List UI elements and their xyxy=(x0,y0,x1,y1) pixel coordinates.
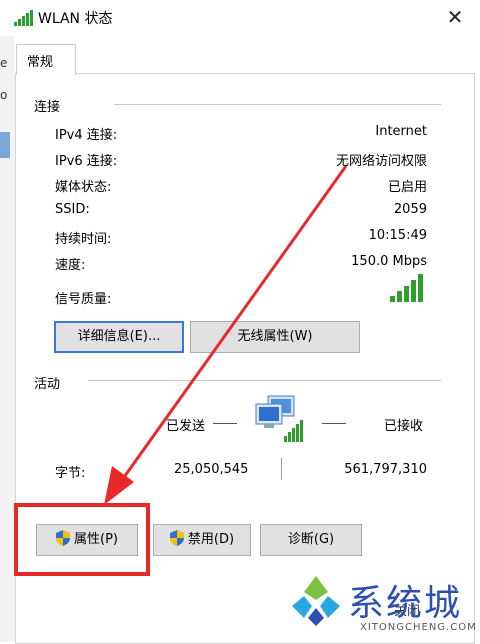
window-title: WLAN 状态 xyxy=(38,11,113,27)
watermark-text: 系统城 xyxy=(348,583,463,624)
ipv6-value: 无网络访问权限 xyxy=(335,154,427,169)
background-text-fragment: e xyxy=(0,56,8,70)
activity-heading: 活动 xyxy=(34,377,61,392)
background-monitor-icon xyxy=(0,132,10,158)
uac-shield-icon xyxy=(169,530,184,546)
ssid-label: SSID: xyxy=(55,202,90,217)
disable-button[interactable]: 禁用(D) xyxy=(153,524,251,556)
speed-value: 150.0 Mbps xyxy=(351,254,427,269)
signal-strength-icon xyxy=(390,274,423,302)
background-window-strip xyxy=(0,36,15,642)
signal-quality-label: 信号质量: xyxy=(55,292,112,307)
received-label: 已接收 xyxy=(384,419,424,434)
close-button[interactable]: ✕ xyxy=(440,4,470,30)
title-bar: WLAN 状态 ✕ xyxy=(0,0,480,36)
sent-dash xyxy=(213,423,237,424)
bytes-sent-value: 25,050,545 xyxy=(174,462,249,477)
diagnose-button[interactable]: 诊断(G) xyxy=(260,524,362,556)
tab-general[interactable]: 常规 xyxy=(16,44,76,75)
activity-divider xyxy=(88,380,441,381)
ipv4-label: IPv4 连接: xyxy=(55,128,118,143)
disable-label: 禁用(D) xyxy=(187,532,235,547)
connection-divider xyxy=(114,104,441,105)
duration-label: 持续时间: xyxy=(55,232,112,247)
ipv4-value: Internet xyxy=(375,124,427,139)
received-dash xyxy=(322,423,346,424)
bytes-label: 字节: xyxy=(55,466,86,481)
bytes-received-value: 561,797,310 xyxy=(344,462,427,477)
wifi-signal-icon xyxy=(14,10,33,26)
media-state-label: 媒体状态: xyxy=(55,180,112,195)
sent-label: 已发送 xyxy=(166,419,206,434)
wireless-properties-button[interactable]: 无线属性(W) xyxy=(190,321,360,353)
background-text-fragment: o xyxy=(0,88,8,102)
connection-heading: 连接 xyxy=(34,100,61,115)
details-button[interactable]: 详细信息(E)... xyxy=(54,321,184,353)
media-state-value: 已启用 xyxy=(387,180,427,195)
bytes-separator xyxy=(281,458,282,480)
watermark-subtext: XITONGCHENG.COM xyxy=(360,622,477,633)
speed-label: 速度: xyxy=(55,258,86,273)
tab-label: 常规 xyxy=(27,55,54,70)
network-computers-icon xyxy=(255,395,303,442)
ipv6-label: IPv6 连接: xyxy=(55,154,118,169)
watermark-logo-icon xyxy=(292,576,340,626)
ssid-value: 2059 xyxy=(393,202,427,217)
highlight-box xyxy=(14,503,150,576)
duration-value: 10:15:49 xyxy=(368,228,427,243)
